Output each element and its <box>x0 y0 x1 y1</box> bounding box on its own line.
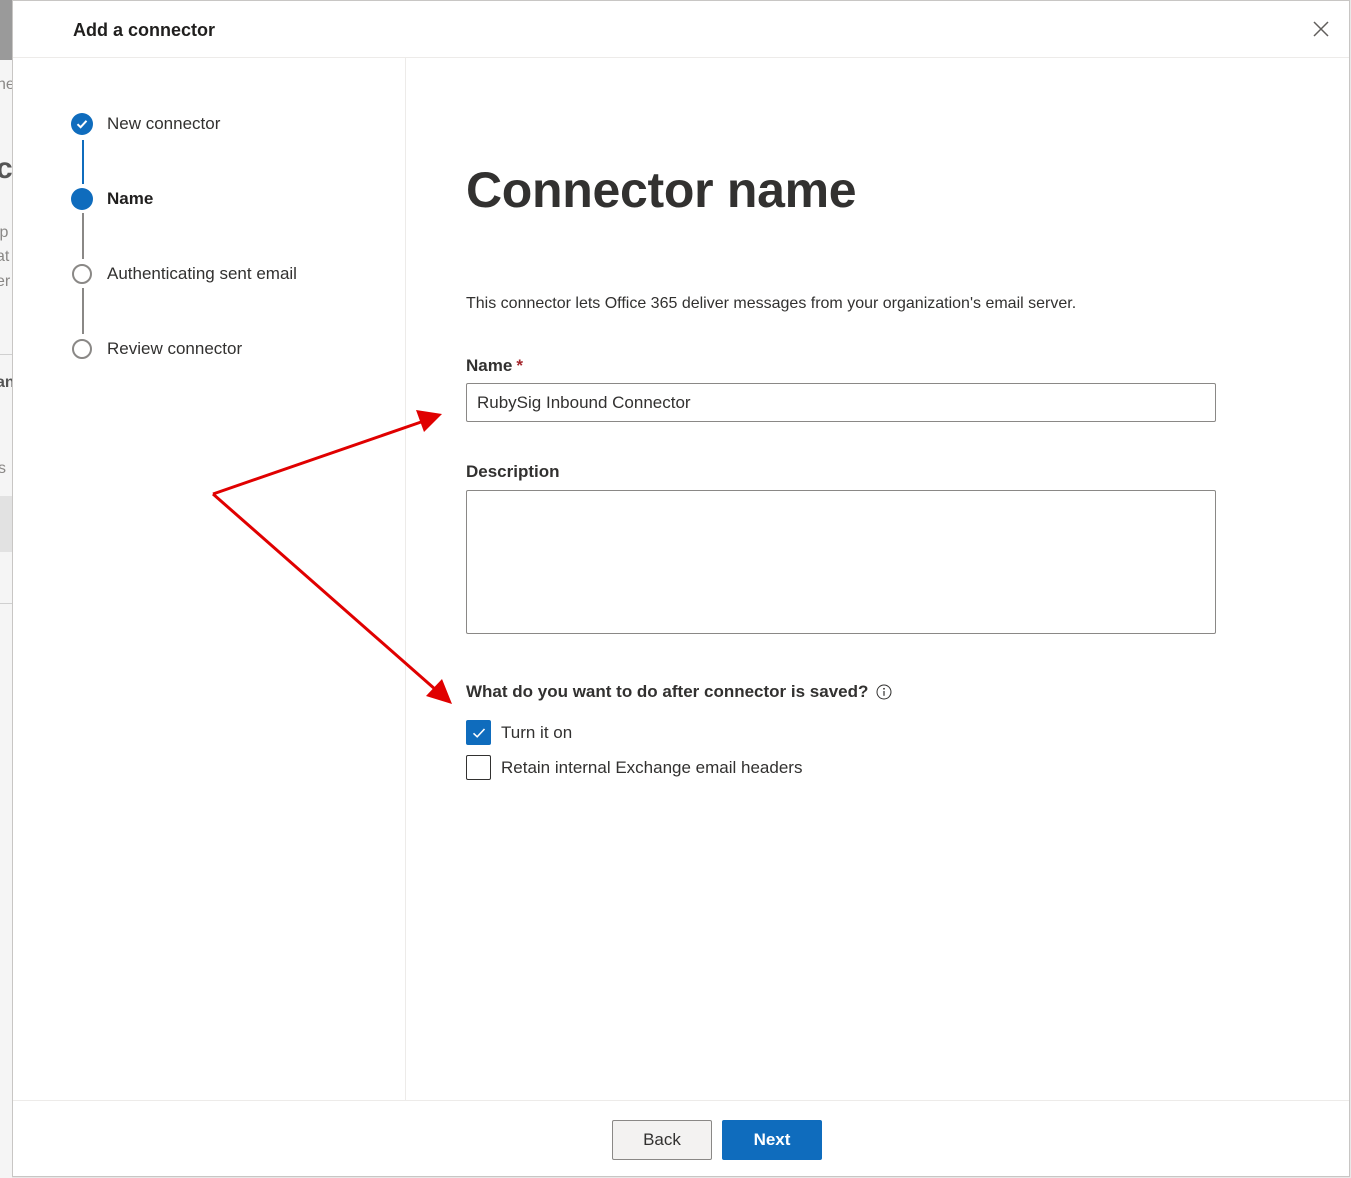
main-content: Connector name This connector lets Offic… <box>406 58 1351 1100</box>
close-button[interactable] <box>1311 19 1331 39</box>
background-text-fragment: an <box>0 374 12 391</box>
retain-headers-checkbox[interactable] <box>466 755 491 780</box>
dialog-title: Add a connector <box>73 20 216 40</box>
page-title: Connector name <box>466 162 857 218</box>
background-selected-row <box>0 496 12 552</box>
background-text-fragment: at <box>0 248 10 265</box>
step-label: Review connector <box>107 339 243 358</box>
step-connector <box>82 288 84 334</box>
checkbox-label: Retain internal Exchange email headers <box>501 757 803 777</box>
step-authenticating-sent-email[interactable]: Authenticating sent email <box>71 262 297 286</box>
background-text-fragment: ne <box>0 76 12 93</box>
question-text: What do you want to do after connector i… <box>466 682 869 701</box>
name-label-text: Name <box>466 356 513 375</box>
background-page: ne c lp at er an s <box>0 0 12 1178</box>
step-connector-completed <box>82 140 84 184</box>
wizard-stepper: New connector Name Authenticating sent e… <box>13 58 406 1100</box>
name-field-label: Name * <box>466 356 523 376</box>
next-button[interactable]: Next <box>722 1120 822 1160</box>
step-label: Name <box>107 189 154 208</box>
background-text-fragment: er <box>0 273 11 290</box>
empty-circle-icon <box>72 339 92 359</box>
step-name[interactable]: Name <box>71 187 153 211</box>
intro-text: This connector lets Office 365 deliver m… <box>466 295 1077 312</box>
description-textarea[interactable] <box>466 490 1216 634</box>
back-button[interactable]: Back <box>612 1120 712 1160</box>
step-connector <box>82 213 84 259</box>
step-label: Authenticating sent email <box>107 264 297 283</box>
background-text-fragment: lp <box>0 224 9 241</box>
dialog-footer: Back Next <box>13 1100 1349 1178</box>
background-divider <box>0 603 12 604</box>
background-divider <box>0 354 12 355</box>
checkmark-icon <box>472 727 485 738</box>
after-save-question: What do you want to do after connector i… <box>466 682 892 702</box>
info-icon[interactable] <box>876 684 892 700</box>
current-step-icon <box>71 188 93 210</box>
background-text-fragment: c <box>0 152 12 185</box>
retain-headers-checkbox-row[interactable]: Retain internal Exchange email headers <box>466 755 802 780</box>
close-icon <box>1313 21 1329 37</box>
background-text-fragment: s <box>0 460 6 477</box>
step-label: New connector <box>107 114 221 133</box>
add-connector-dialog: Add a connector New connector Name Authe… <box>12 0 1350 1177</box>
turn-it-on-checkbox[interactable] <box>466 720 491 745</box>
empty-circle-icon <box>72 264 92 284</box>
checkmark-circle-icon <box>71 113 93 135</box>
description-field-label: Description <box>466 462 560 481</box>
step-review-connector[interactable]: Review connector <box>71 337 242 361</box>
step-new-connector[interactable]: New connector <box>71 112 220 136</box>
required-marker: * <box>516 356 523 375</box>
name-input[interactable] <box>466 383 1216 422</box>
checkbox-label: Turn it on <box>501 722 573 742</box>
background-header-strip <box>0 0 12 60</box>
dialog-header: Add a connector <box>13 1 1349 58</box>
turn-it-on-checkbox-row[interactable]: Turn it on <box>466 720 572 745</box>
